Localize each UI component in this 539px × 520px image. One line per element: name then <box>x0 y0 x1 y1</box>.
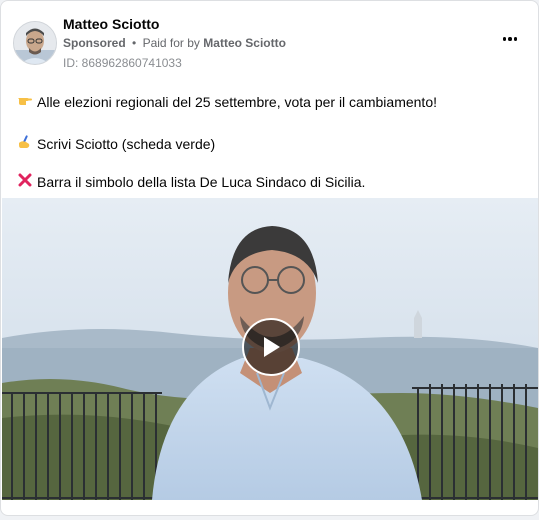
sponsored-label: Sponsored <box>63 36 126 50</box>
ad-id: ID: 868962860741033 <box>63 56 182 70</box>
writing-hand-icon <box>17 134 33 153</box>
post-line-1: Alle elezioni regionali del 25 settembre… <box>17 93 437 110</box>
pointing-hand-icon <box>17 93 33 110</box>
avatar-portrait <box>14 22 56 64</box>
ad-card: Matteo Sciotto Sponsored • Paid for by M… <box>0 0 539 516</box>
paid-for-prefix: Paid for by <box>142 36 200 50</box>
post-line-3: Barra il simbolo della lista De Luca Sin… <box>17 173 365 190</box>
author-avatar[interactable] <box>13 21 57 65</box>
post-line-text: Barra il simbolo della lista De Luca Sin… <box>37 173 366 190</box>
more-options-icon[interactable] <box>498 31 522 47</box>
post-header: Matteo Sciotto Sponsored • Paid for by M… <box>13 13 528 73</box>
play-button[interactable] <box>242 318 300 376</box>
cross-mark-icon <box>17 173 33 190</box>
post-line-text: Alle elezioni regionali del 25 settembre… <box>37 93 437 110</box>
post-line-2: Scrivi Sciotto (scheda verde) <box>17 134 215 153</box>
sponsored-meta: Sponsored • Paid for by Matteo Sciotto <box>63 36 286 50</box>
paid-for-name[interactable]: Matteo Sciotto <box>203 36 286 50</box>
post-line-text: Scrivi Sciotto (scheda verde) <box>37 135 216 152</box>
meta-separator: • <box>132 36 137 50</box>
author-name[interactable]: Matteo Sciotto <box>63 16 159 32</box>
video-player[interactable] <box>2 198 538 500</box>
play-icon <box>264 337 280 357</box>
